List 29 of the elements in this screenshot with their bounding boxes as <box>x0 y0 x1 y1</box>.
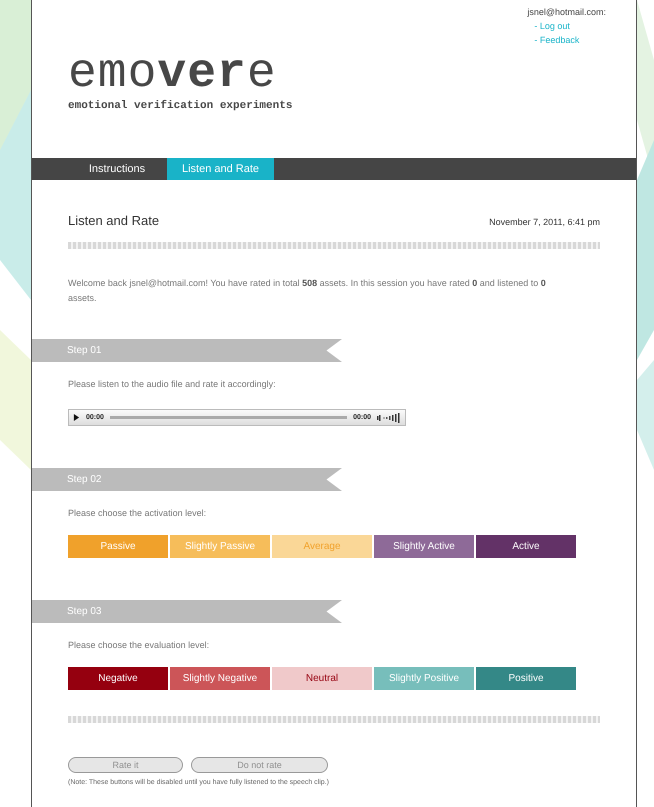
rating-option[interactable]: Slightly Active <box>374 535 474 558</box>
step-prompt: Please choose the activation level: <box>68 508 208 518</box>
rating-option[interactable]: Positive <box>476 667 576 690</box>
nav-tab[interactable]: Instructions <box>67 158 167 180</box>
rating-option[interactable]: Neutral <box>272 667 372 690</box>
progress-track[interactable] <box>110 416 348 419</box>
rating-option[interactable]: Active <box>476 535 576 558</box>
page-title: Listen and Rate <box>68 213 160 228</box>
rating-option[interactable]: Average <box>272 535 372 558</box>
welcome-text: Welcome back jsnel@hotmail.com! You have rated in total 508 assets. In this session you have rated 0 and listened to 0 assets. <box>68 277 546 305</box>
rating-option[interactable]: Passive <box>68 535 168 558</box>
account-link[interactable]: - Log out <box>527 19 606 33</box>
logo-wordmark: emovere <box>68 50 277 98</box>
step-banner: Step 01 <box>32 339 342 362</box>
step-prompt: Please listen to the audio file and rate it accordingly: <box>68 379 277 389</box>
volume-icon[interactable] <box>377 412 401 422</box>
play-icon[interactable] <box>73 414 80 421</box>
rating-option[interactable]: Slightly Passive <box>170 535 270 558</box>
rating-option[interactable]: Slightly Positive <box>374 667 474 690</box>
rating-option[interactable]: Negative <box>68 667 168 690</box>
rating-option[interactable]: Slightly Negative <box>170 667 270 690</box>
date-text: November 7, 2011, 6:41 pm <box>489 217 600 227</box>
account-email: jsnel@hotmail.com: <box>527 6 606 19</box>
logo-tagline: emotional verification experiments <box>68 100 292 112</box>
account-link[interactable]: - Feedback <box>527 33 606 47</box>
step-banner: Step 02 <box>32 468 342 491</box>
nav-tab[interactable]: Listen and Rate <box>167 158 274 180</box>
step-banner: Step 03 <box>32 600 342 623</box>
step-prompt: Please choose the evaluation level: <box>68 640 210 650</box>
